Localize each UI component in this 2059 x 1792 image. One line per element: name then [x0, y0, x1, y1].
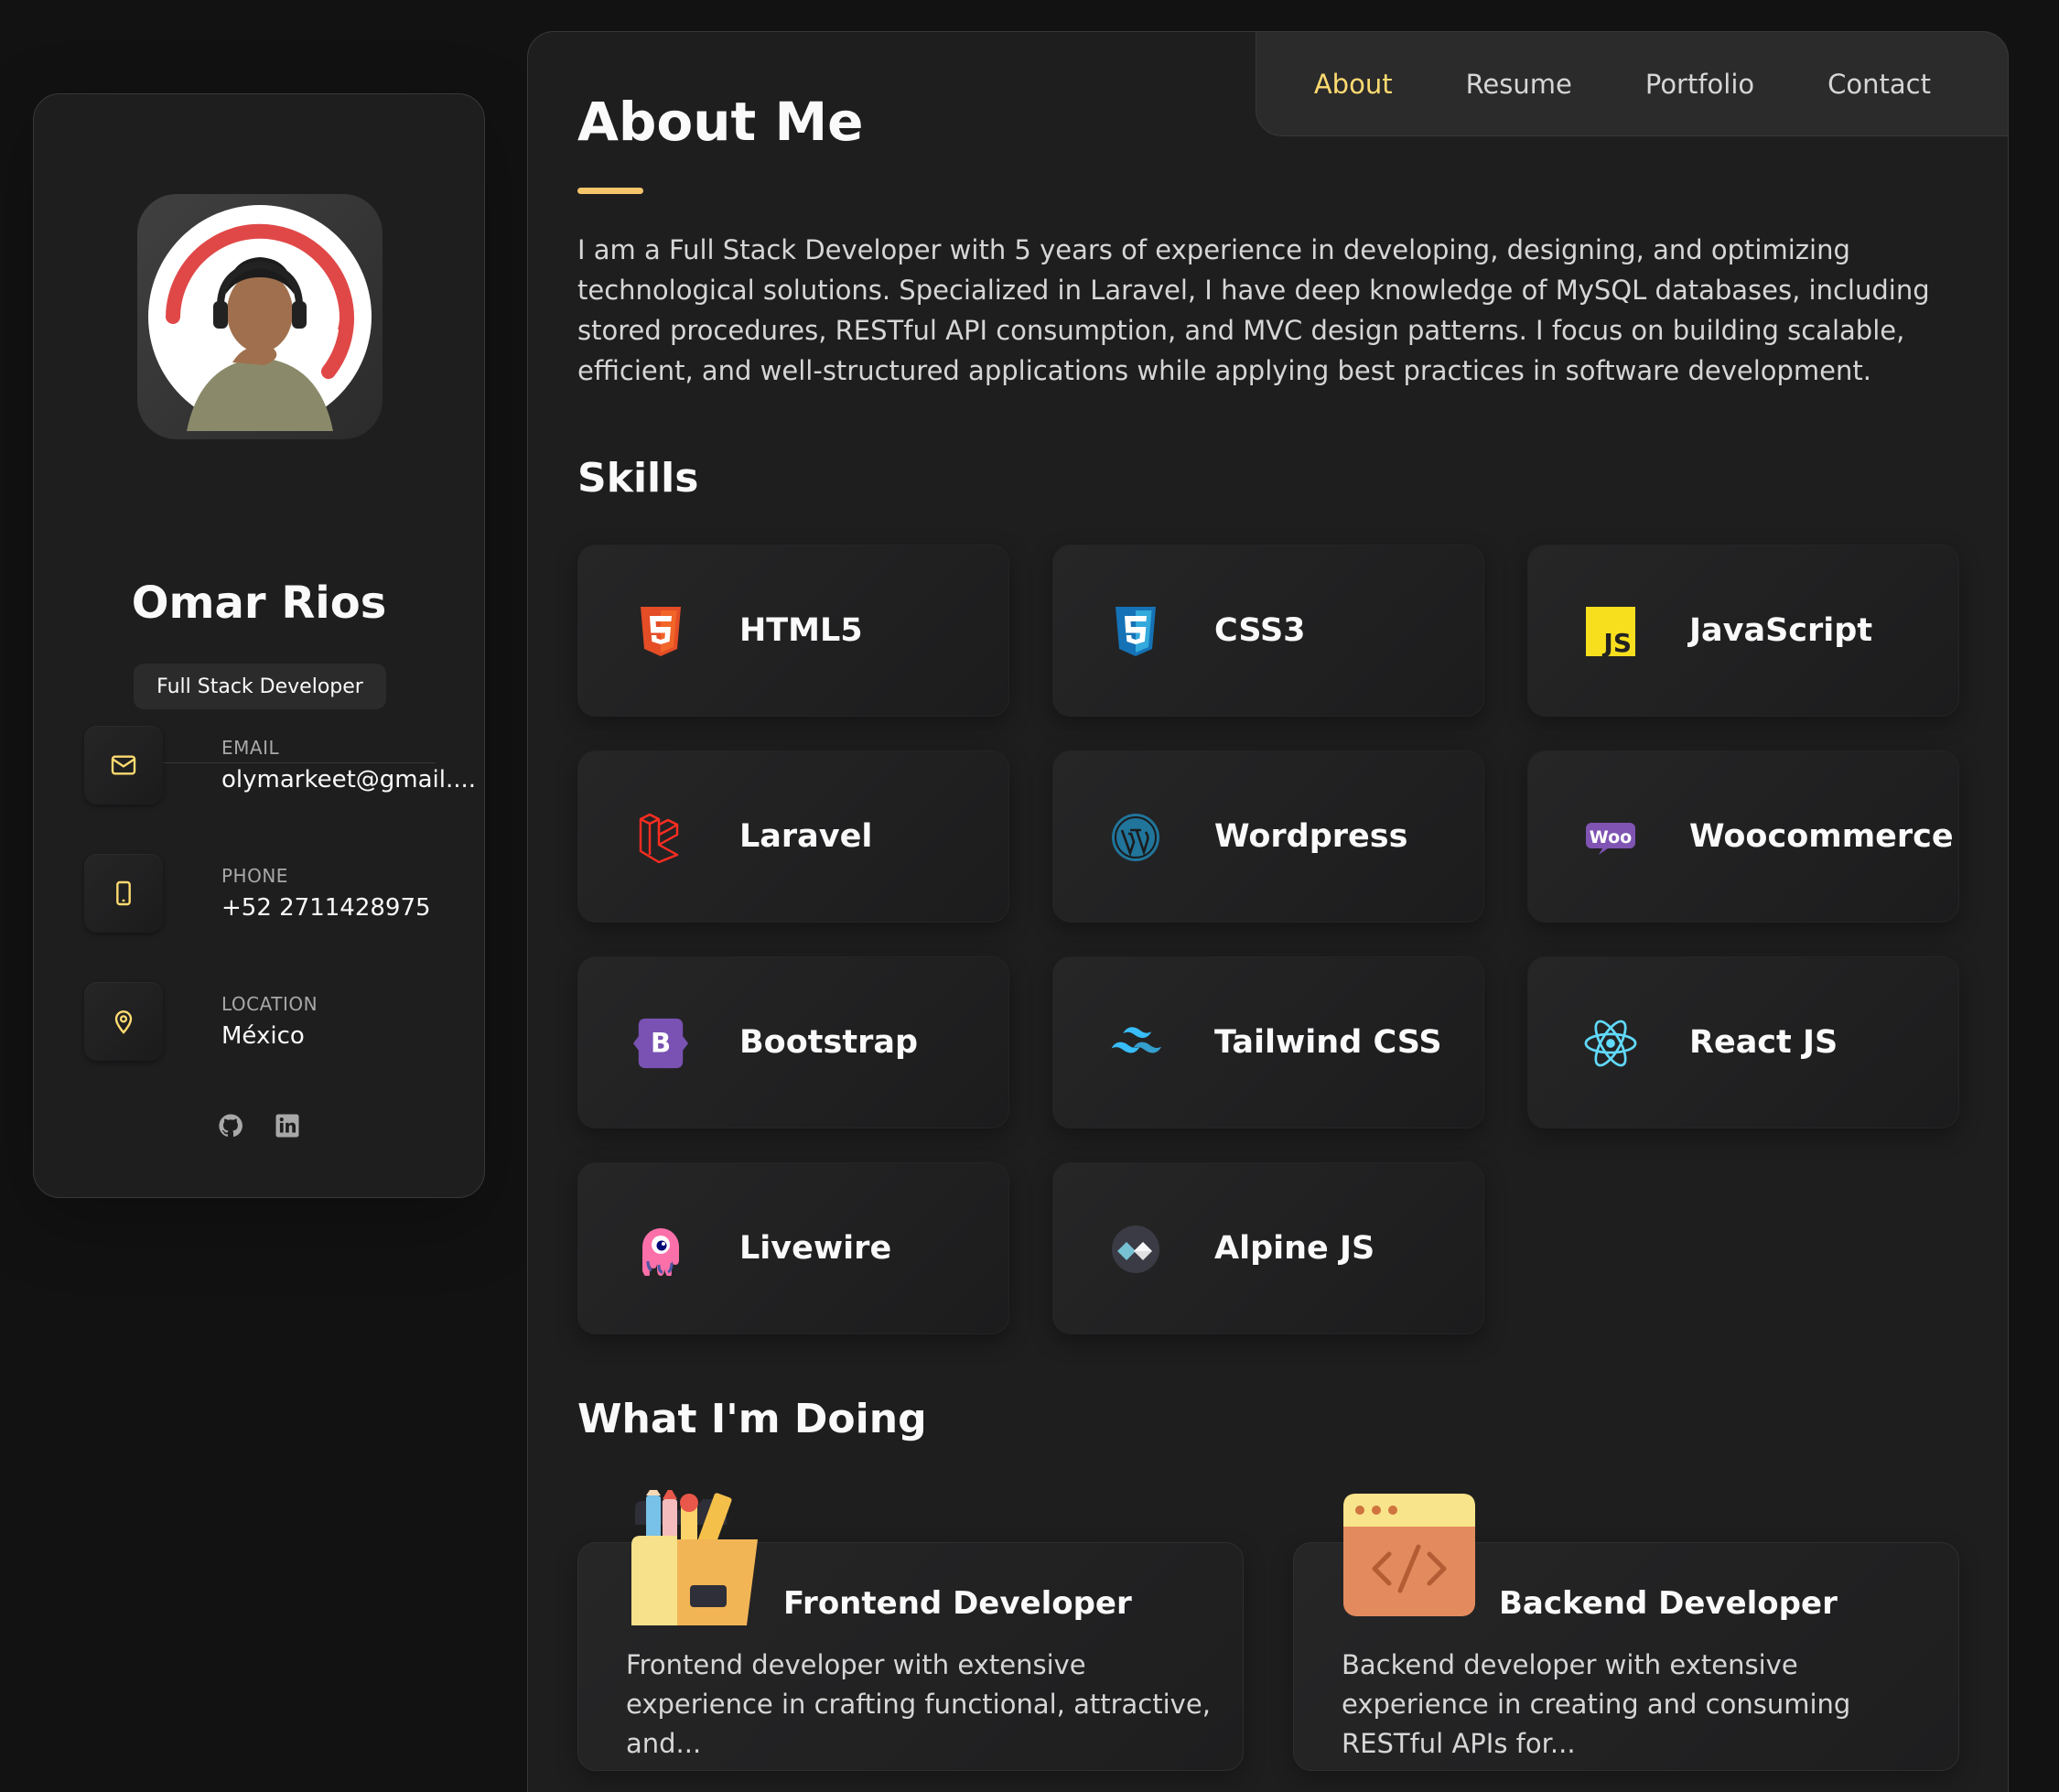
main-panel: About Resume Portfolio Contact About Me …: [527, 31, 2009, 1792]
skill-label: Woocommerce: [1689, 818, 1954, 855]
tailwind-icon: [1108, 1016, 1163, 1071]
service-title: Frontend Developer: [783, 1585, 1132, 1622]
about-text: I am a Full Stack Developer with 5 years…: [577, 234, 1930, 386]
contact-value[interactable]: +52 2711428975: [221, 894, 431, 922]
skills-title: Skills: [577, 455, 699, 502]
svg-text:Woo: Woo: [1590, 827, 1632, 847]
design-folder-icon: [626, 1484, 761, 1625]
react-icon: [1583, 1016, 1638, 1071]
skill-label: CSS3: [1214, 612, 1306, 649]
doing-title: What I'm Doing: [577, 1396, 927, 1442]
skill-card-woocommerce: Woo Woocommerce: [1527, 750, 1959, 923]
code-window-icon: [1342, 1490, 1477, 1625]
wordpress-icon: [1108, 810, 1163, 865]
service-card-frontend: Frontend Developer Frontend developer wi…: [577, 1484, 1244, 1771]
contact-value[interactable]: olymarkeet@gmail....: [221, 766, 476, 793]
skill-label: Livewire: [739, 1230, 892, 1267]
contact-label: EMAIL: [221, 737, 280, 759]
profile-name: Omar Rios: [131, 578, 387, 629]
skill-card-react: React JS: [1527, 956, 1959, 1128]
skill-card-laravel: Laravel: [577, 750, 1009, 923]
skill-card-css3: CSS3: [1052, 545, 1484, 717]
page: Omar Rios Full Stack Developer EMAIL oly…: [0, 0, 2059, 1792]
skill-label: React JS: [1689, 1024, 1838, 1061]
bootstrap-icon: B: [633, 1016, 688, 1071]
nav-contact[interactable]: Contact: [1827, 69, 1931, 100]
social-links: [34, 1110, 484, 1141]
skill-card-wordpress: Wordpress: [1052, 750, 1484, 923]
skill-label: Bootstrap: [739, 1024, 918, 1061]
nav-portfolio[interactable]: Portfolio: [1645, 69, 1754, 100]
html5-icon: [633, 604, 688, 659]
skill-label: Laravel: [739, 818, 873, 855]
service-text: Frontend developer with extensive experi…: [626, 1649, 1211, 1759]
alpine-icon: [1108, 1222, 1163, 1277]
skill-card-tailwind: Tailwind CSS: [1052, 956, 1484, 1128]
livewire-icon: [633, 1222, 688, 1277]
contact-phone[interactable]: PHONE +52 2711428975: [84, 854, 450, 933]
profile-title-badge: Full Stack Developer: [134, 664, 386, 709]
github-icon[interactable]: [215, 1110, 246, 1141]
location-icon: [84, 982, 163, 1061]
navbar: About Resume Portfolio Contact: [1256, 31, 2009, 136]
phone-icon: [84, 854, 163, 933]
svg-text:B: B: [651, 1028, 671, 1059]
nav-resume[interactable]: Resume: [1466, 69, 1572, 100]
css3-icon: [1108, 604, 1163, 659]
skill-card-html5: HTML5: [577, 545, 1009, 717]
contact-label: PHONE: [221, 865, 288, 887]
service-title: Backend Developer: [1499, 1585, 1838, 1622]
skill-card-bootstrap: B Bootstrap: [577, 956, 1009, 1128]
contact-label: LOCATION: [221, 993, 318, 1015]
skill-card-alpine: Alpine JS: [1052, 1162, 1484, 1334]
avatar-image: [148, 205, 372, 431]
javascript-icon: JS: [1583, 604, 1638, 659]
skill-label: Wordpress: [1214, 818, 1408, 855]
woocommerce-icon: Woo: [1583, 810, 1638, 865]
skill-card-javascript: JS JavaScript: [1527, 545, 1959, 717]
page-title: About Me: [577, 91, 864, 153]
contact-location: LOCATION México: [84, 982, 450, 1061]
service-card-backend: Backend Developer Backend developer with…: [1293, 1494, 1959, 1771]
avatar: [137, 194, 383, 439]
skill-label: HTML5: [739, 612, 863, 649]
contact-email[interactable]: EMAIL olymarkeet@gmail....: [84, 726, 476, 804]
nav-about[interactable]: About: [1314, 69, 1393, 100]
skill-label: Tailwind CSS: [1214, 1024, 1442, 1061]
linkedin-icon[interactable]: [272, 1110, 303, 1141]
laravel-icon: [633, 810, 688, 865]
service-text: Backend developer with extensive experie…: [1342, 1649, 1851, 1759]
contact-value: México: [221, 1022, 305, 1050]
svg-text:JS: JS: [1601, 628, 1632, 656]
title-underline: [577, 188, 643, 194]
skill-label: JavaScript: [1689, 612, 1873, 649]
mail-icon: [84, 726, 163, 804]
skill-label: Alpine JS: [1214, 1230, 1375, 1267]
skill-card-livewire: Livewire: [577, 1162, 1009, 1334]
sidebar: Omar Rios Full Stack Developer EMAIL oly…: [33, 93, 485, 1198]
